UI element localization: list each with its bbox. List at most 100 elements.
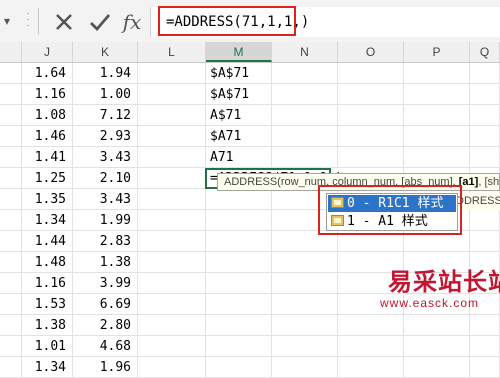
cell-o[interactable]	[338, 315, 404, 336]
cell-p[interactable]	[404, 147, 470, 168]
fx-icon[interactable]: fx	[118, 9, 146, 35]
cell-m[interactable]	[206, 189, 272, 210]
cell-n[interactable]	[272, 273, 338, 294]
row-stub[interactable]	[0, 147, 22, 168]
cell-n[interactable]	[272, 294, 338, 315]
cell-p[interactable]	[404, 84, 470, 105]
row-stub[interactable]	[0, 336, 22, 357]
column-header-k[interactable]: K	[73, 42, 138, 62]
cell-o[interactable]	[338, 84, 404, 105]
cell-j[interactable]: 1.08	[22, 105, 73, 126]
cell-m[interactable]	[206, 231, 272, 252]
row-stub[interactable]	[0, 273, 22, 294]
cell-l[interactable]	[138, 315, 206, 336]
cell-k[interactable]: 7.12	[73, 105, 138, 126]
cell-k[interactable]: 1.96	[73, 357, 138, 378]
cell-k[interactable]: 1.00	[73, 84, 138, 105]
cell-n[interactable]	[272, 252, 338, 273]
cell-m[interactable]: $A71	[206, 126, 272, 147]
cell-m[interactable]: $A$71	[206, 63, 272, 84]
cell-n[interactable]	[272, 315, 338, 336]
cell-l[interactable]	[138, 84, 206, 105]
row-stub[interactable]	[0, 189, 22, 210]
column-header-n[interactable]: N	[272, 42, 338, 62]
cell-k[interactable]: 6.69	[73, 294, 138, 315]
cell-p[interactable]	[404, 126, 470, 147]
cell-j[interactable]: 1.34	[22, 357, 73, 378]
column-header-q[interactable]: Q	[470, 42, 500, 62]
cell-j[interactable]: 1.38	[22, 315, 73, 336]
cell-k[interactable]: 3.43	[73, 147, 138, 168]
cell-l[interactable]	[138, 105, 206, 126]
cell-k[interactable]: 1.38	[73, 252, 138, 273]
resize-handle[interactable]: · · ·	[22, 9, 34, 31]
cell-k[interactable]: 2.10	[73, 168, 138, 189]
cell-q[interactable]	[470, 357, 500, 378]
cell-p[interactable]	[404, 315, 470, 336]
cell-m[interactable]	[206, 294, 272, 315]
cell-q[interactable]	[470, 84, 500, 105]
row-stub[interactable]	[0, 210, 22, 231]
cell-m[interactable]: A71	[206, 147, 272, 168]
column-header-j[interactable]: J	[22, 42, 73, 62]
cell-l[interactable]	[138, 126, 206, 147]
row-stub[interactable]	[0, 357, 22, 378]
cell-m[interactable]	[206, 315, 272, 336]
row-stub[interactable]	[0, 168, 22, 189]
cell-p[interactable]	[404, 63, 470, 84]
cell-o[interactable]	[338, 357, 404, 378]
cell-l[interactable]	[138, 252, 206, 273]
cell-o[interactable]	[338, 105, 404, 126]
cell-j[interactable]: 1.35	[22, 189, 73, 210]
cell-q[interactable]	[470, 126, 500, 147]
cell-o[interactable]	[338, 336, 404, 357]
row-stub[interactable]	[0, 294, 22, 315]
cell-l[interactable]	[138, 273, 206, 294]
cell-j[interactable]: 1.53	[22, 294, 73, 315]
cell-k[interactable]: 3.43	[73, 189, 138, 210]
row-stub[interactable]	[0, 126, 22, 147]
cell-j[interactable]: 1.48	[22, 252, 73, 273]
cell-m[interactable]	[206, 252, 272, 273]
row-stub[interactable]	[0, 315, 22, 336]
cell-n[interactable]	[272, 84, 338, 105]
row-stub[interactable]	[0, 84, 22, 105]
cell-q[interactable]	[470, 105, 500, 126]
cell-m[interactable]	[206, 357, 272, 378]
checkmark-icon[interactable]	[86, 9, 114, 35]
row-stub[interactable]	[0, 252, 22, 273]
cell-o[interactable]	[338, 126, 404, 147]
cell-n[interactable]	[272, 126, 338, 147]
cell-m[interactable]	[206, 273, 272, 294]
cell-l[interactable]	[138, 357, 206, 378]
cell-l[interactable]	[138, 336, 206, 357]
row-stub[interactable]	[0, 63, 22, 84]
cell-m[interactable]: $A$71	[206, 84, 272, 105]
cell-n[interactable]	[272, 63, 338, 84]
cell-j[interactable]: 1.16	[22, 84, 73, 105]
cell-l[interactable]	[138, 63, 206, 84]
cell-j[interactable]: 1.34	[22, 210, 73, 231]
cell-l[interactable]	[138, 189, 206, 210]
cell-o[interactable]	[338, 63, 404, 84]
cell-k[interactable]: 1.94	[73, 63, 138, 84]
cell-k[interactable]: 2.80	[73, 315, 138, 336]
cell-k[interactable]: 1.99	[73, 210, 138, 231]
cell-m[interactable]	[206, 210, 272, 231]
cell-q[interactable]	[470, 336, 500, 357]
cell-m[interactable]: A$71	[206, 105, 272, 126]
cell-j[interactable]: 1.01	[22, 336, 73, 357]
cell-k[interactable]: 2.83	[73, 231, 138, 252]
cell-l[interactable]	[138, 168, 206, 189]
cell-l[interactable]	[138, 210, 206, 231]
column-header-o[interactable]: O	[338, 42, 404, 62]
column-header-l[interactable]: L	[138, 42, 206, 62]
row-header-corner[interactable]	[0, 42, 22, 62]
cell-l[interactable]	[138, 231, 206, 252]
close-icon[interactable]	[50, 9, 78, 35]
cell-q[interactable]	[470, 210, 500, 231]
cell-j[interactable]: 1.41	[22, 147, 73, 168]
name-box-dropdown-icon[interactable]: ▾	[0, 10, 14, 32]
cell-p[interactable]	[404, 105, 470, 126]
cell-o[interactable]	[338, 147, 404, 168]
